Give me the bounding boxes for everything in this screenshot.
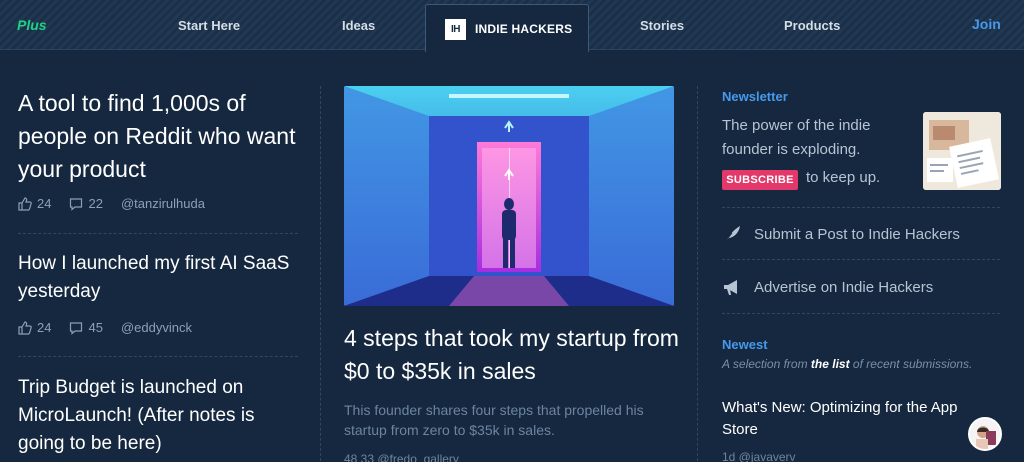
comment-icon[interactable]: [69, 321, 83, 335]
featured-description: This founder shares four steps that prop…: [344, 402, 644, 438]
post-divider: [18, 356, 298, 357]
featured-title[interactable]: 4 steps that took my startup from $0 to …: [344, 322, 684, 388]
ih-logo: IH: [445, 19, 466, 40]
nav-stories[interactable]: Stories: [640, 18, 684, 33]
comment-count: 45: [88, 320, 103, 335]
newsletter-label: Newsletter: [722, 89, 788, 104]
thumbs-up-icon[interactable]: [18, 320, 32, 335]
advertise-link[interactable]: Advertise on Indie Hackers: [722, 277, 933, 297]
thumbs-up-icon[interactable]: [18, 196, 32, 211]
featured-meta: 48 33 @fredo_gallery: [344, 452, 459, 462]
post-title[interactable]: A tool to find 1,000s of people on Reddi…: [18, 87, 298, 186]
sidebar-divider: [722, 207, 1000, 208]
avatar[interactable]: [968, 417, 1002, 451]
megaphone-icon: [722, 277, 742, 297]
featured-image[interactable]: [344, 86, 674, 306]
nav-start-here[interactable]: Start Here: [178, 18, 240, 33]
sidebar-divider: [722, 259, 1000, 260]
post-title[interactable]: How I launched my first AI SaaS yesterda…: [18, 250, 298, 306]
the-list-link[interactable]: the list: [811, 357, 850, 371]
newest-post-meta: 1d @javaverv: [722, 450, 796, 462]
post-meta: 24 22 @tanzirulhuda: [18, 196, 205, 211]
submit-post-link[interactable]: Submit a Post to Indie Hackers: [722, 224, 960, 244]
brand-tab[interactable]: IH INDIE HACKERS: [425, 4, 589, 52]
nav-ideas[interactable]: Ideas: [342, 18, 375, 33]
newest-prefix: A selection from: [722, 357, 811, 371]
brand-name: INDIE HACKERS: [475, 22, 573, 36]
newsletter-text: The power of the indie founder is explod…: [722, 117, 871, 158]
newest-label: Newest: [722, 337, 768, 352]
elevator-illustration: [344, 86, 674, 306]
top-nav: Plus Start Here Ideas IH INDIE HACKERS S…: [0, 0, 1024, 52]
like-count: 24: [37, 320, 52, 335]
submit-post-label: Submit a Post to Indie Hackers: [754, 225, 960, 243]
post-divider: [18, 233, 298, 234]
column-divider: [320, 86, 321, 462]
comment-count: 22: [88, 196, 103, 211]
post-meta: 24 45 @eddyvinck: [18, 320, 192, 335]
plus-link[interactable]: Plus: [17, 17, 47, 33]
sidebar-divider: [722, 313, 1000, 314]
post-title[interactable]: Trip Budget is launched on MicroLaunch! …: [18, 374, 298, 458]
newsletter-thumbnail[interactable]: [923, 112, 1001, 190]
newest-subtitle: A selection from the list of recent subm…: [722, 357, 972, 371]
author-link[interactable]: @eddyvinck: [121, 320, 192, 335]
newest-post-title[interactable]: What's New: Optimizing for the App Store: [722, 397, 962, 441]
nav-products[interactable]: Products: [784, 18, 840, 33]
subscribe-button[interactable]: SUBSCRIBE: [722, 170, 798, 190]
like-count: 24: [37, 196, 52, 211]
join-link[interactable]: Join: [972, 16, 1001, 32]
author-link[interactable]: @tanzirulhuda: [121, 196, 205, 211]
advertise-label: Advertise on Indie Hackers: [754, 278, 934, 296]
keep-up-text: to keep up.: [806, 169, 881, 186]
column-divider: [697, 86, 698, 462]
quill-icon: [722, 224, 742, 244]
newest-suffix: of recent submissions.: [849, 357, 973, 371]
comment-icon[interactable]: [69, 197, 83, 211]
